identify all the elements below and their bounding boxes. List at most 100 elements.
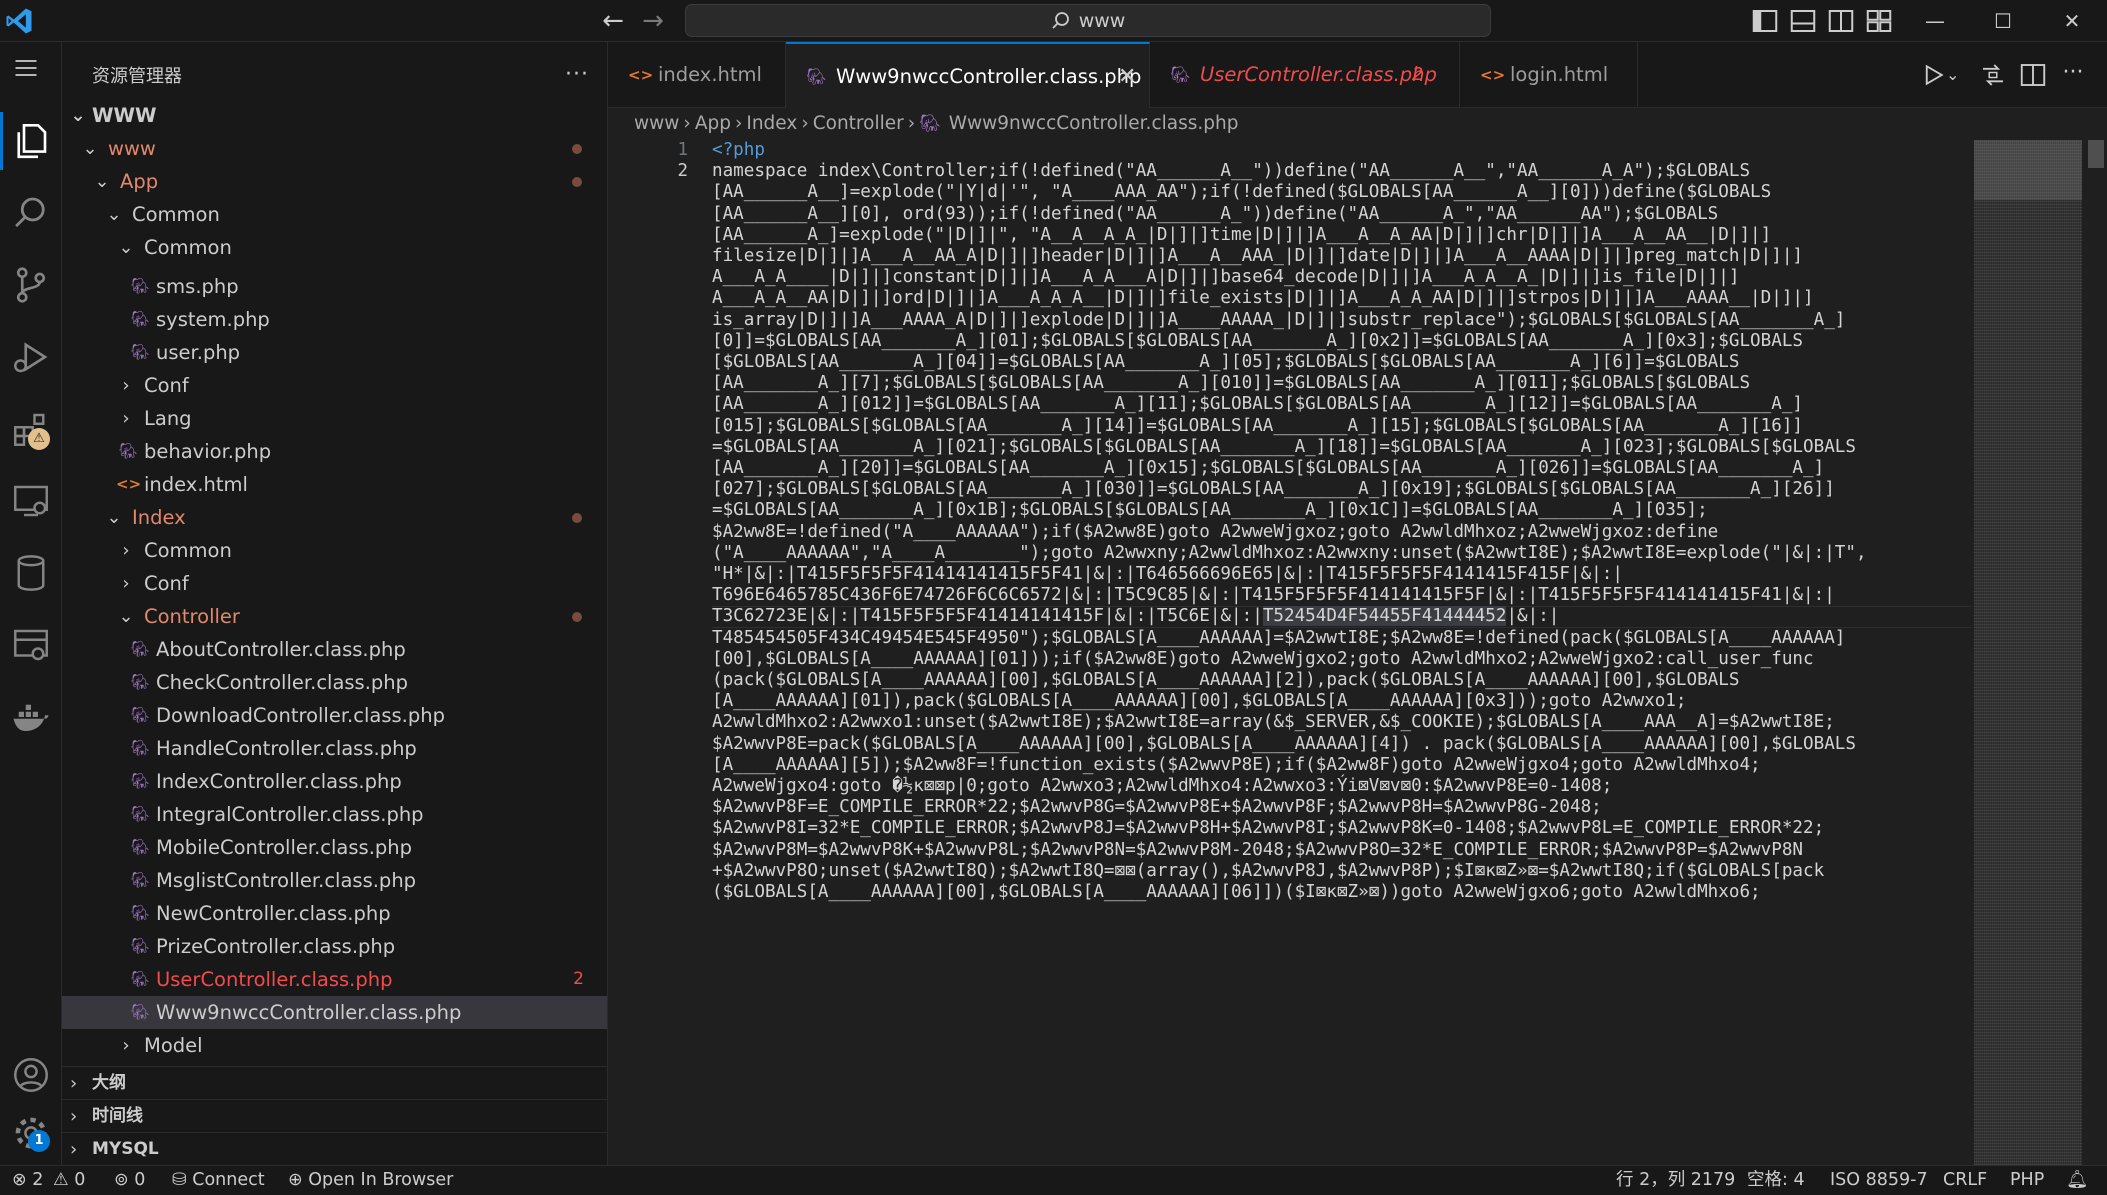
- tree-folder[interactable]: ⌄ Common: [62, 231, 607, 264]
- breadcrumb-item[interactable]: Www9nwccController.class.php: [949, 113, 1239, 134]
- search-view-icon[interactable]: [10, 192, 52, 234]
- tree-folder[interactable]: › Conf: [62, 369, 607, 402]
- code-line[interactable]: [AA_______A_][7];$GLOBALS[$GLOBALS[AA___…: [712, 373, 1750, 394]
- code-line[interactable]: namespace index\Controller;if(!defined("…: [712, 161, 1750, 182]
- cursor-position[interactable]: 行 2，列 2179: [1616, 1166, 1735, 1195]
- workspace-root[interactable]: ⌄ WWW: [62, 99, 607, 132]
- run-dropdown-chevron-icon[interactable]: ⌄: [1946, 60, 1976, 90]
- open-in-browser-status[interactable]: ⊕ Open In Browser: [288, 1166, 453, 1195]
- tree-file[interactable]: 🐘︎ MsglistController.class.php: [62, 864, 607, 897]
- docker-icon[interactable]: [10, 696, 52, 738]
- tree-file[interactable]: 🐘︎ AboutController.class.php: [62, 633, 607, 666]
- code-line[interactable]: =$GLOBALS[AA_______A_][021];$GLOBALS[$GL…: [712, 437, 1856, 458]
- tree-file[interactable]: 🐘︎ CheckController.class.php: [62, 666, 607, 699]
- toggle-primary-sidebar-icon[interactable]: [1750, 6, 1780, 36]
- code-line[interactable]: is_array|D|]|]A___AAAA_A|D|]|]explode|D|…: [712, 310, 1845, 331]
- code-line[interactable]: [00],$GLOBALS[A____AAAAAA][01]));if($A2w…: [712, 649, 1814, 670]
- toggle-panel-icon[interactable]: [1788, 6, 1818, 36]
- source-control-icon[interactable]: [10, 264, 52, 306]
- tree-file[interactable]: 🐘︎ IndexController.class.php: [62, 765, 607, 798]
- tree-folder[interactable]: › Lang: [62, 402, 607, 435]
- editor-tab[interactable]: <> login.html: [1460, 42, 1638, 108]
- code-line[interactable]: [0]]=$GLOBALS[AA_______A_][01];$GLOBALS[…: [712, 331, 1803, 352]
- tree-file[interactable]: 🐘︎ behavior.php: [62, 435, 607, 468]
- tree-folder[interactable]: ⌄ www: [62, 132, 607, 165]
- code-line[interactable]: filesize|D|]|]A___A__AA_A|D|]|]header|D|…: [712, 246, 1803, 267]
- server-icon[interactable]: [10, 624, 52, 666]
- vertical-scrollbar-thumb[interactable]: [2088, 140, 2104, 168]
- forward-arrow-icon[interactable]: →: [638, 6, 668, 36]
- code-line[interactable]: A2wweWjgxo4:goto �½κ⊠⊠p|0;goto A2wwxo3;A…: [712, 776, 1612, 797]
- indentation-status[interactable]: 空格: 4: [1747, 1166, 1805, 1195]
- editor-tab[interactable]: 🐘︎ Www9nwccController.class.php ✕: [786, 42, 1150, 108]
- code-line[interactable]: [AA______A_]=explode("|D|]|", "A__A__A_A…: [712, 225, 1771, 246]
- breadcrumb-item[interactable]: App: [695, 113, 731, 134]
- problems-status[interactable]: ⊗ 2 ⚠ 0: [12, 1166, 85, 1195]
- code-line[interactable]: [A____AAAAAA][01]),pack($GLOBALS[A____AA…: [712, 691, 1687, 712]
- connect-status[interactable]: ⛁ Connect: [172, 1166, 265, 1195]
- tree-file[interactable]: 🐘︎ PrizeController.class.php: [62, 930, 607, 963]
- selected-text[interactable]: T52454D4F54455F41444452: [1262, 606, 1507, 627]
- remote-explorer-icon[interactable]: [10, 480, 52, 522]
- code-line[interactable]: [AA_______A_][012]]=$GLOBALS[AA_______A_…: [712, 394, 1803, 415]
- tree-folder[interactable]: › Conf: [62, 567, 607, 600]
- minimize-button[interactable]: —: [1905, 0, 1965, 42]
- code-line[interactable]: +$A2wwvP8O;unset($A2wwtI8Q);$A2wwtI8Q=⊠⊠…: [712, 861, 1824, 882]
- back-arrow-icon[interactable]: ←: [598, 6, 628, 36]
- code-line[interactable]: $A2wwvP8F=E_COMPILE_ERROR*22;$A2wwvP8G=$…: [712, 797, 1602, 818]
- code-line[interactable]: (pack($GLOBALS[A____AAAAAA][00],$GLOBALS…: [712, 670, 1739, 691]
- code-line[interactable]: [015];$GLOBALS[$GLOBALS[AA_______A_][14]…: [712, 416, 1803, 437]
- code-line[interactable]: [$GLOBALS[AA_______A_][04]]=$GLOBALS[AA_…: [712, 352, 1739, 373]
- language-mode-status[interactable]: PHP: [2010, 1166, 2044, 1195]
- account-icon[interactable]: [10, 1054, 52, 1096]
- ports-status[interactable]: ⊚ 0: [114, 1166, 145, 1195]
- tree-folder[interactable]: ⌄ Common: [62, 198, 607, 231]
- code-line[interactable]: [AA______A__][0], ord(93));if(!defined("…: [712, 204, 1718, 225]
- tree-file[interactable]: 🐘︎ IntegralController.class.php: [62, 798, 607, 831]
- breadcrumb-item[interactable]: Controller: [813, 113, 904, 134]
- tree-file[interactable]: 🐘︎ UserController.class.php 2: [62, 963, 607, 996]
- tree-file[interactable]: 🐘︎ NewController.class.php: [62, 897, 607, 930]
- compare-changes-icon[interactable]: [1978, 60, 2008, 90]
- tree-folder[interactable]: › Common: [62, 534, 607, 567]
- sidebar-section[interactable]: › 大纲: [62, 1066, 607, 1099]
- more-editor-actions-icon[interactable]: ···: [2058, 60, 2088, 90]
- code-line[interactable]: A___A_A____|D|]|]constant|D|]|]A___A_A__…: [712, 267, 1739, 288]
- tree-folder[interactable]: ⌄ Index: [62, 501, 607, 534]
- tree-file[interactable]: 🐘︎ MobileController.class.php: [62, 831, 607, 864]
- code-line[interactable]: A2wwldMhxo2:A2wwxo1:unset($A2wwtI8E);$A2…: [712, 712, 1835, 733]
- tree-file[interactable]: 🐘︎ system.php: [62, 303, 607, 336]
- database-icon[interactable]: [10, 552, 52, 594]
- menu-icon[interactable]: [12, 54, 40, 82]
- code-line[interactable]: $A2ww8E=!defined("A____AAAAAA");if($A2ww…: [712, 522, 1718, 543]
- tree-file[interactable]: 🐘︎ DownloadController.class.php: [62, 699, 607, 732]
- code-line[interactable]: $A2wwvP8M=$A2wwvP8K+$A2wwvP8L;$A2wwvP8N=…: [712, 840, 1803, 861]
- tree-file[interactable]: <> index.html: [62, 468, 607, 501]
- run-icon[interactable]: [1918, 60, 1948, 90]
- maximize-button[interactable]: ☐: [1973, 0, 2033, 42]
- code-line[interactable]: "H*|&|:|T415F5F5F5F41414141415F5F41|&|:|…: [712, 564, 1623, 585]
- code-line[interactable]: A___A_A__AA|D|]|]ord|D|]|]A___A_A_A__|D|…: [712, 288, 1814, 309]
- tree-folder[interactable]: ⌄ App: [62, 165, 607, 198]
- run-debug-icon[interactable]: [10, 336, 52, 378]
- code-line[interactable]: $A2wwvP8E=pack($GLOBALS[A____AAAAAA][00]…: [712, 734, 1856, 755]
- breadcrumb-item[interactable]: Index: [746, 113, 797, 134]
- sidebar-section[interactable]: › MYSQL: [62, 1132, 607, 1165]
- customize-layout-icon[interactable]: [1864, 6, 1894, 36]
- code-line[interactable]: [027];$GLOBALS[$GLOBALS[AA_______A_][030…: [712, 479, 1835, 500]
- code-line[interactable]: <?php: [712, 140, 765, 161]
- code-line[interactable]: T485454505F434C49454E545F4950");$GLOBALS…: [712, 628, 1845, 649]
- code-line[interactable]: ($GLOBALS[A____AAAAAA][00],$GLOBALS[A___…: [712, 882, 1761, 903]
- code-line[interactable]: =$GLOBALS[AA_______A_][0x1B];$GLOBALS[$G…: [712, 500, 1708, 521]
- notifications-bell-icon[interactable]: 🔔︎: [2066, 1166, 2088, 1195]
- command-center-search[interactable]: www: [685, 4, 1491, 37]
- tree-folder[interactable]: › Model: [62, 1029, 607, 1062]
- minimap[interactable]: [1974, 140, 2082, 1165]
- tab-close-icon[interactable]: ✕: [1118, 44, 1136, 110]
- sidebar-section[interactable]: › 时间线: [62, 1099, 607, 1132]
- split-editor-icon[interactable]: [2018, 60, 2048, 90]
- tree-file[interactable]: 🐘︎ sms.php: [62, 270, 607, 303]
- code-line[interactable]: [AA______A__]=explode("|Y|d|'", "A____AA…: [712, 182, 1771, 203]
- tree-file[interactable]: 🐘︎ Www9nwccController.class.php: [62, 996, 607, 1029]
- editor-tab[interactable]: <> index.html: [608, 42, 786, 108]
